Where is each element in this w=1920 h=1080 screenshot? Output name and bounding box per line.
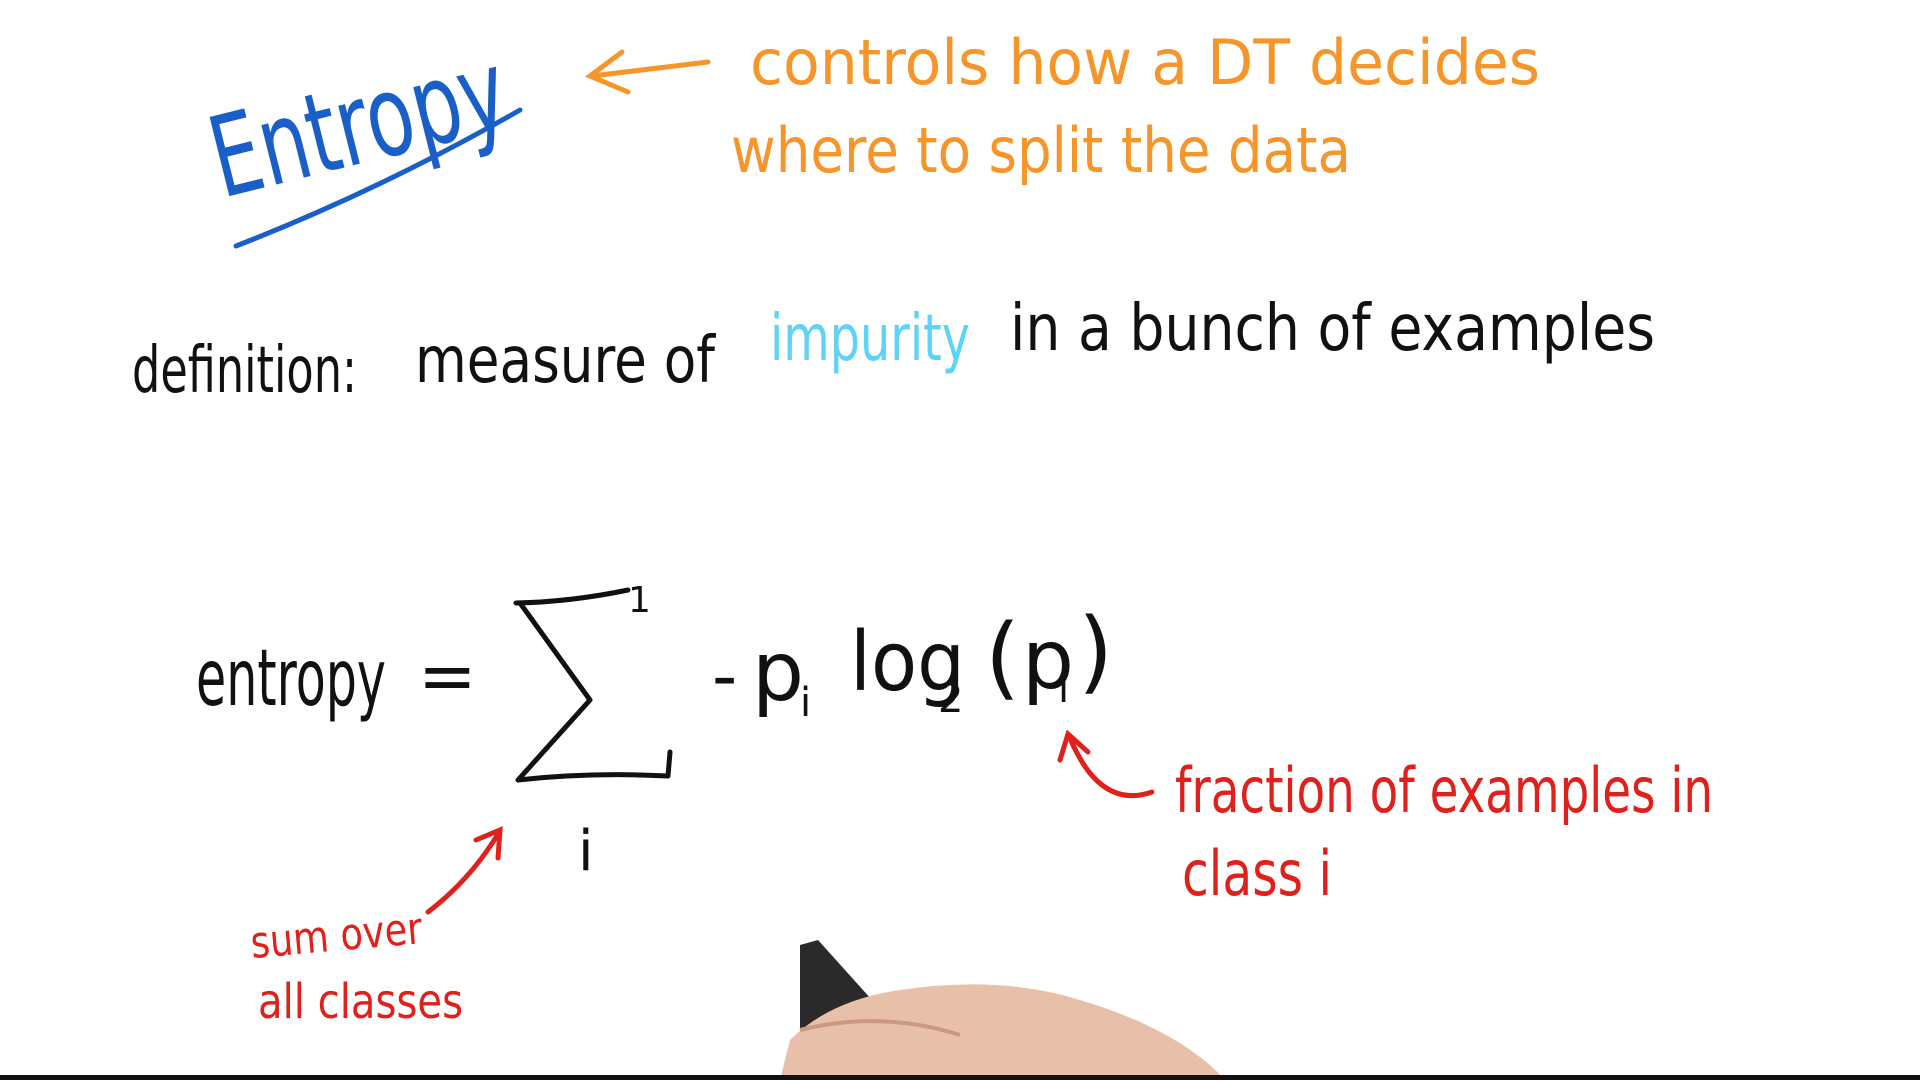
note-line-1: controls how a DT decides [750, 26, 1540, 99]
formula-equals: = [418, 635, 477, 717]
whiteboard: Entropy controls how a DT decides where … [0, 0, 1920, 1080]
video-bottom-border [0, 1075, 1920, 1080]
formula-open-paren: ( [985, 605, 1020, 710]
definition-highlight: impurity [770, 302, 970, 376]
fraction-annotation-line-1: fraction of examples in [1175, 754, 1713, 827]
formula-close-paren: ) [1078, 599, 1113, 704]
formula-p: p [752, 625, 804, 720]
formula-p-inner-subscript: i [1058, 666, 1069, 712]
sum-annotation-line-2: all classes [258, 974, 463, 1030]
note-line-2: where to split the data [731, 114, 1351, 187]
formula-p-subscript: i [800, 680, 811, 726]
sigma-upper: 1 [628, 580, 651, 621]
definition-label: definition: [132, 334, 357, 408]
formula-lhs: entropy [196, 634, 386, 724]
definition-before: measure of [415, 324, 716, 398]
fraction-annotation-line-2: class i [1182, 837, 1332, 910]
definition-after: in a bunch of examples [1010, 292, 1655, 366]
sigma-index: i [578, 819, 594, 884]
formula-log-base: 2 [938, 676, 963, 722]
formula-minus: - [712, 635, 737, 717]
